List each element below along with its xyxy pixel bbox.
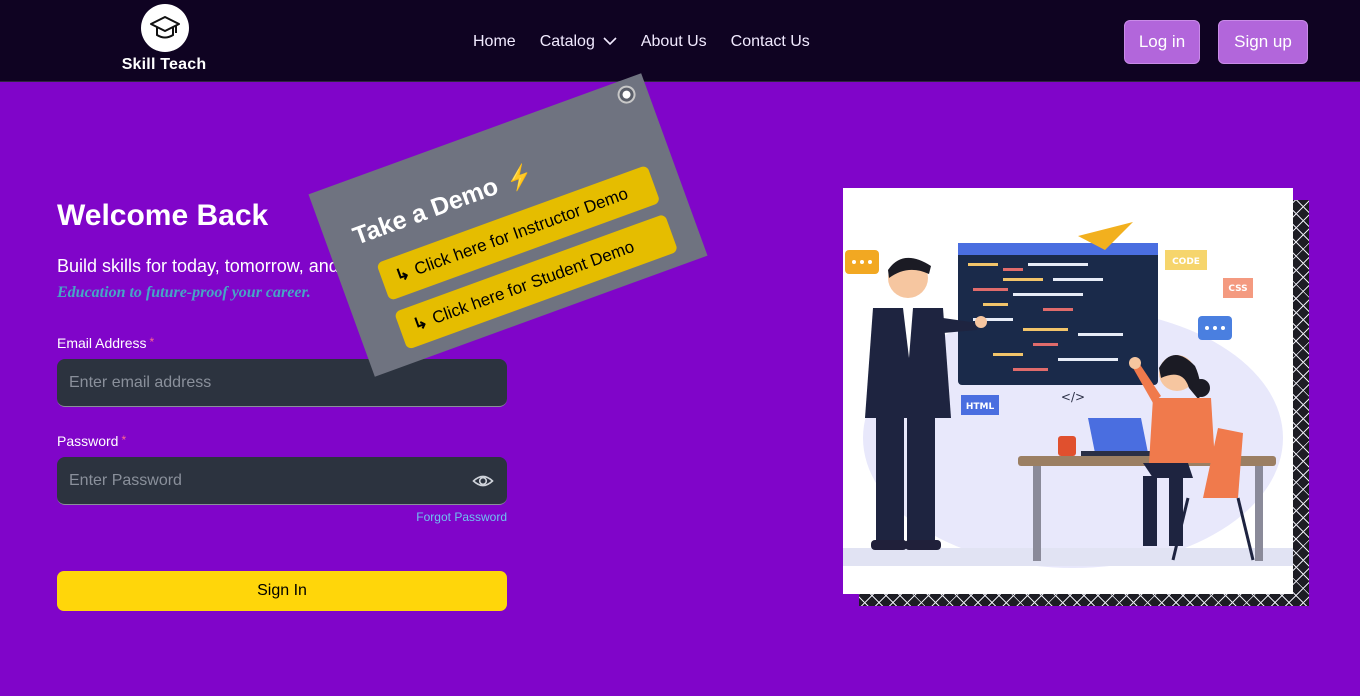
chevron-down-icon xyxy=(603,31,617,53)
nav-catalog[interactable]: Catalog xyxy=(540,30,617,54)
nav-about[interactable]: About Us xyxy=(641,30,707,54)
nav-catalog-label: Catalog xyxy=(539,33,595,50)
html-tag: HTML xyxy=(966,402,995,412)
code-symbol: </> xyxy=(1061,390,1085,404)
navbar: Skill Teach Home Catalog About Us Contac… xyxy=(0,0,1360,82)
nav-contact[interactable]: Contact Us xyxy=(731,30,810,54)
tagline: Education to future-proof your career. xyxy=(57,284,311,301)
css-tag: CSS xyxy=(1228,284,1247,294)
password-label: Password * xyxy=(57,433,126,449)
arrow-icon: ↳ xyxy=(392,263,413,286)
forgot-password-link[interactable]: Forgot Password xyxy=(380,510,507,524)
required-mark: * xyxy=(149,335,155,349)
page-title: Welcome Back xyxy=(57,199,269,232)
login-button[interactable]: Log in xyxy=(1124,20,1200,64)
eye-icon[interactable] xyxy=(472,470,494,492)
logo[interactable]: Skill Teach xyxy=(112,4,216,80)
nav-links: Home Catalog About Us Contact Us xyxy=(473,30,810,54)
graduation-cap-icon xyxy=(141,4,189,52)
email-field[interactable] xyxy=(57,359,507,407)
illustration: CODE CSS HTML </> xyxy=(843,188,1293,594)
password-label-text: Password xyxy=(57,433,119,449)
nav-home[interactable]: Home xyxy=(473,30,516,54)
email-label: Email Address * xyxy=(57,335,154,351)
email-label-text: Email Address xyxy=(57,335,147,351)
demo-card: Take a Demo⚡ ↳ Click here for Instructor… xyxy=(308,73,708,377)
signup-button[interactable]: Sign up xyxy=(1218,20,1308,64)
arrow-icon: ↳ xyxy=(410,311,431,335)
password-field[interactable] xyxy=(57,457,507,505)
close-icon[interactable] xyxy=(615,83,639,107)
code-tag: CODE xyxy=(1172,257,1200,267)
lightning-icon: ⚡ xyxy=(502,161,537,195)
brand-name: Skill Teach xyxy=(121,56,207,73)
required-mark: * xyxy=(121,433,127,447)
sign-in-button[interactable]: Sign In xyxy=(57,571,507,611)
